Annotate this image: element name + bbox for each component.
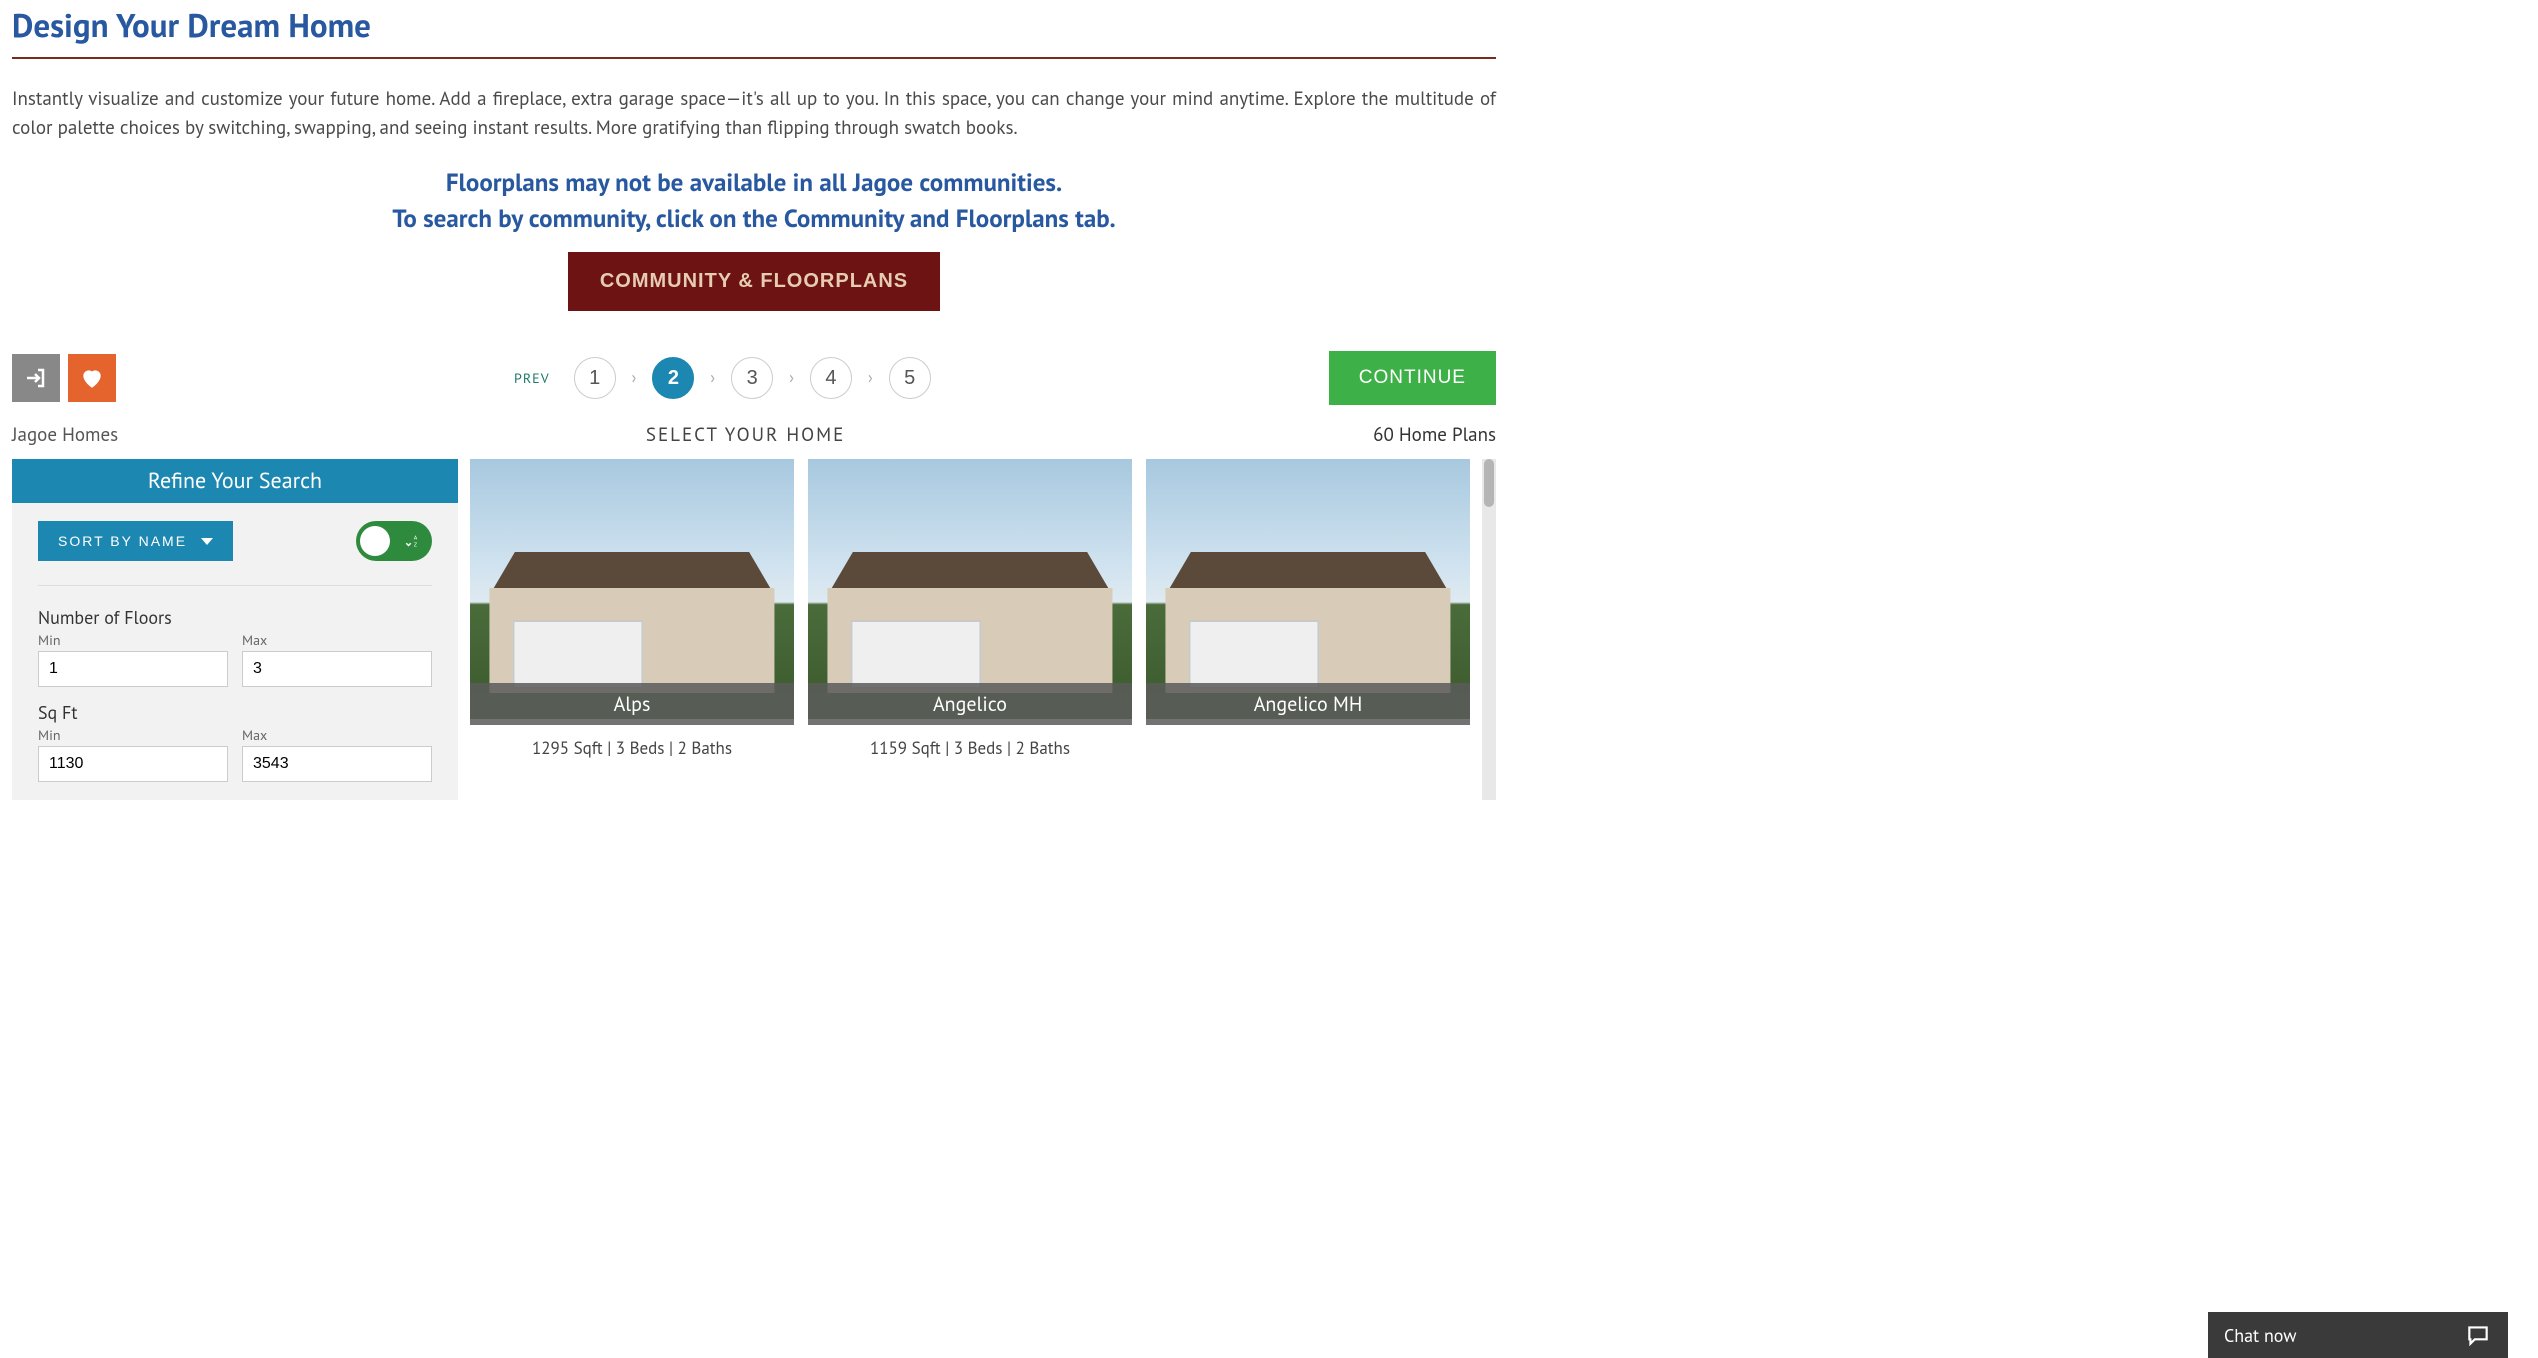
sqft-max-input[interactable]	[242, 746, 432, 782]
chat-widget[interactable]: Chat now	[2208, 1312, 2508, 1358]
floorplan-card[interactable]: Angelico 1159 Sqft | 3 Beds | 2 Baths	[808, 459, 1132, 759]
floorplan-meta: 1295 Sqft | 3 Beds | 2 Baths	[470, 737, 794, 759]
builder-name: Jagoe Homes	[12, 423, 118, 447]
min-label: Min	[38, 726, 228, 744]
chat-label: Chat now	[2224, 1324, 2297, 1347]
subhead-line-1: Floorplans may not be available in all J…	[12, 164, 1496, 200]
floors-min-input[interactable]	[38, 651, 228, 687]
sort-label: SORT BY NAME	[58, 533, 187, 549]
floorplan-meta: 1159 Sqft | 3 Beds | 2 Baths	[808, 737, 1132, 759]
chat-bubble-icon	[2464, 1322, 2492, 1348]
floorplan-image	[808, 459, 1132, 719]
community-floorplans-button[interactable]: COMMUNITY & FLOORPLANS	[568, 252, 940, 311]
page-title: Design Your Dream Home	[12, 4, 1496, 47]
min-label: Min	[38, 631, 228, 649]
subhead-line-2: To search by community, click on the Com…	[12, 200, 1496, 236]
sort-direction-toggle[interactable]: AZ	[356, 521, 432, 561]
divider	[38, 585, 432, 586]
scroll-thumb[interactable]	[1484, 459, 1494, 507]
intro-text: Instantly visualize and customize your f…	[12, 85, 1496, 144]
favorites-button[interactable]	[68, 354, 116, 402]
continue-button[interactable]: CONTINUE	[1329, 351, 1496, 405]
floorplan-name: Angelico	[808, 683, 1132, 725]
floorplan-card[interactable]: Angelico MH	[1146, 459, 1470, 759]
floors-label: Number of Floors	[38, 606, 432, 629]
step-label: SELECT YOUR HOME	[646, 423, 845, 447]
step-5[interactable]: 5	[889, 357, 931, 399]
sqft-min-input[interactable]	[38, 746, 228, 782]
floorplan-name: Alps	[470, 683, 794, 725]
step-1[interactable]: 1	[574, 357, 616, 399]
login-icon	[24, 366, 48, 390]
sort-by-name-button[interactable]: SORT BY NAME	[38, 521, 233, 561]
floorplan-name: Angelico MH	[1146, 683, 1470, 725]
floors-max-input[interactable]	[242, 651, 432, 687]
sort-az-icon: AZ	[404, 532, 422, 550]
filter-sidebar: Refine Your Search SORT BY NAME AZ N	[12, 459, 458, 800]
max-label: Max	[242, 726, 432, 744]
step-2[interactable]: 2	[652, 357, 694, 399]
refine-header: Refine Your Search	[12, 459, 458, 503]
step-3[interactable]: 3	[731, 357, 773, 399]
toggle-knob	[360, 526, 390, 556]
chevron-right-icon: ›	[710, 368, 715, 388]
heart-icon	[79, 365, 105, 391]
chevron-right-icon: ›	[632, 368, 637, 388]
step-navigator: PREV 1 › 2 › 3 › 4 › 5	[514, 357, 931, 399]
prev-label[interactable]: PREV	[514, 369, 550, 387]
floorplan-image	[1146, 459, 1470, 719]
chevron-right-icon: ›	[868, 368, 873, 388]
plan-count: 60 Home Plans	[1373, 423, 1496, 447]
max-label: Max	[242, 631, 432, 649]
login-button[interactable]	[12, 354, 60, 402]
caret-down-icon	[201, 538, 213, 545]
floorplan-image	[470, 459, 794, 719]
floorplan-card[interactable]: Alps 1295 Sqft | 3 Beds | 2 Baths	[470, 459, 794, 759]
scrollbar[interactable]	[1482, 459, 1496, 800]
step-4[interactable]: 4	[810, 357, 852, 399]
sqft-label: Sq Ft	[38, 701, 432, 724]
title-rule	[12, 57, 1496, 59]
chevron-right-icon: ›	[789, 368, 794, 388]
